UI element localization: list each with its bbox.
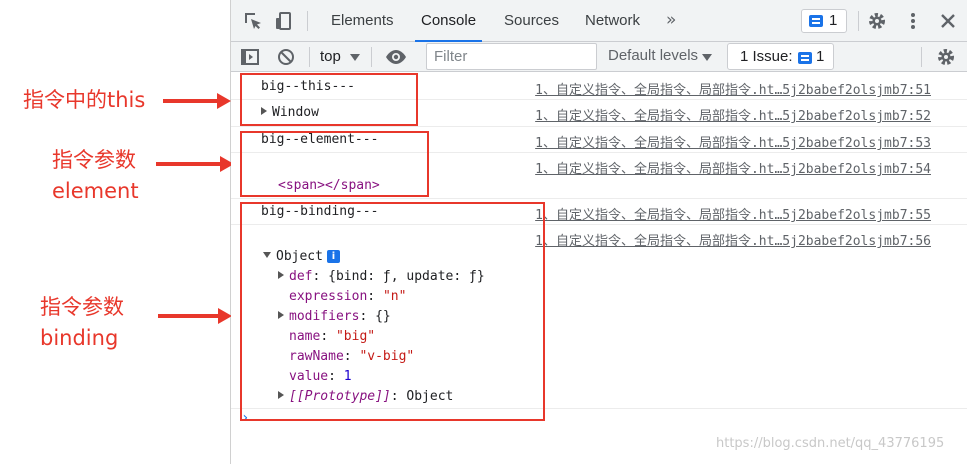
console-source-link[interactable]: 1、自定义指令、全局指令、局部指令.ht…5j2babef2olsjmb7:56 [535,230,931,249]
annotation-arrow-element [156,156,234,172]
tab-sources[interactable]: Sources [504,0,559,42]
console-output: big--this--- 1、自定义指令、全局指令、局部指令.ht…5j2bab… [231,73,967,464]
eye-icon[interactable] [384,46,406,68]
toolbar-divider [371,47,372,67]
row-divider [231,198,967,199]
device-toggle-icon[interactable] [273,10,295,32]
close-icon[interactable] [937,10,959,32]
levels-chevron-down-icon[interactable] [702,54,712,61]
clear-console-icon[interactable] [275,46,297,68]
log-levels-dropdown[interactable]: Default levels [608,47,698,64]
console-source-link[interactable]: 1、自定义指令、全局指令、局部指令.ht…5j2babef2olsjmb7:54 [535,158,931,177]
console-toolbar: top Filter Default levels 1 Issue: 1 [231,42,967,72]
annotation-gutter: 指令中的this 指令参数 element 指令参数 binding [0,0,234,464]
tabbar-divider-right [858,11,859,31]
console-settings-gear-icon[interactable] [935,46,957,68]
highlight-box-binding [240,202,545,421]
annotation-arrow-this [163,93,231,109]
highlight-box-element [240,131,429,197]
highlight-box-this [240,73,418,126]
issues-icon [809,15,823,27]
tab-network[interactable]: Network [585,0,640,42]
settings-gear-icon[interactable] [866,10,888,32]
console-source-link[interactable]: 1、自定义指令、全局指令、局部指令.ht…5j2babef2olsjmb7:53 [535,132,931,151]
issues-count: 1 [816,48,825,65]
tab-console[interactable]: Console [414,0,483,42]
context-chevron-down-icon[interactable] [350,54,360,61]
toolbar-issues-button[interactable]: 1 Issue: 1 [727,43,834,70]
more-tabs-icon[interactable]: » [666,0,676,42]
tabbar-divider [307,11,308,31]
annotation-this: 指令中的this [23,88,146,112]
inspect-icon[interactable] [242,10,264,32]
tab-elements[interactable]: Elements [331,0,394,42]
annotation-binding-subtitle: binding [40,326,119,350]
issues-icon [798,52,812,64]
filter-input[interactable]: Filter [426,43,597,70]
annotation-binding-title: 指令参数 [40,295,124,319]
watermark: https://blog.csdn.net/qq_43776195 [716,436,945,451]
toolbar-divider [309,47,310,67]
kebab-menu-icon[interactable] [902,10,924,32]
toolbar-divider [921,47,922,67]
sidebar-toggle-icon[interactable] [239,46,261,68]
annotation-element-subtitle: element [52,179,139,203]
annotation-arrow-binding [158,308,232,324]
console-source-link[interactable]: 1、自定义指令、全局指令、局部指令.ht…5j2babef2olsjmb7:52 [535,105,931,124]
issues-counter-button[interactable]: 1 [801,9,847,33]
row-divider [231,126,967,127]
devtools-tabbar: Elements Console Sources Network » 1 [231,0,967,42]
issues-label: 1 Issue: [740,48,793,65]
console-source-link[interactable]: 1、自定义指令、全局指令、局部指令.ht…5j2babef2olsjmb7:55 [535,204,931,223]
console-source-link[interactable]: 1、自定义指令、全局指令、局部指令.ht…5j2babef2olsjmb7:51 [535,79,931,98]
devtools-panel: Elements Console Sources Network » 1 top [231,0,967,464]
annotation-element-title: 指令参数 [52,148,136,172]
context-selector[interactable]: top [320,48,341,65]
issues-counter-count: 1 [829,12,838,29]
